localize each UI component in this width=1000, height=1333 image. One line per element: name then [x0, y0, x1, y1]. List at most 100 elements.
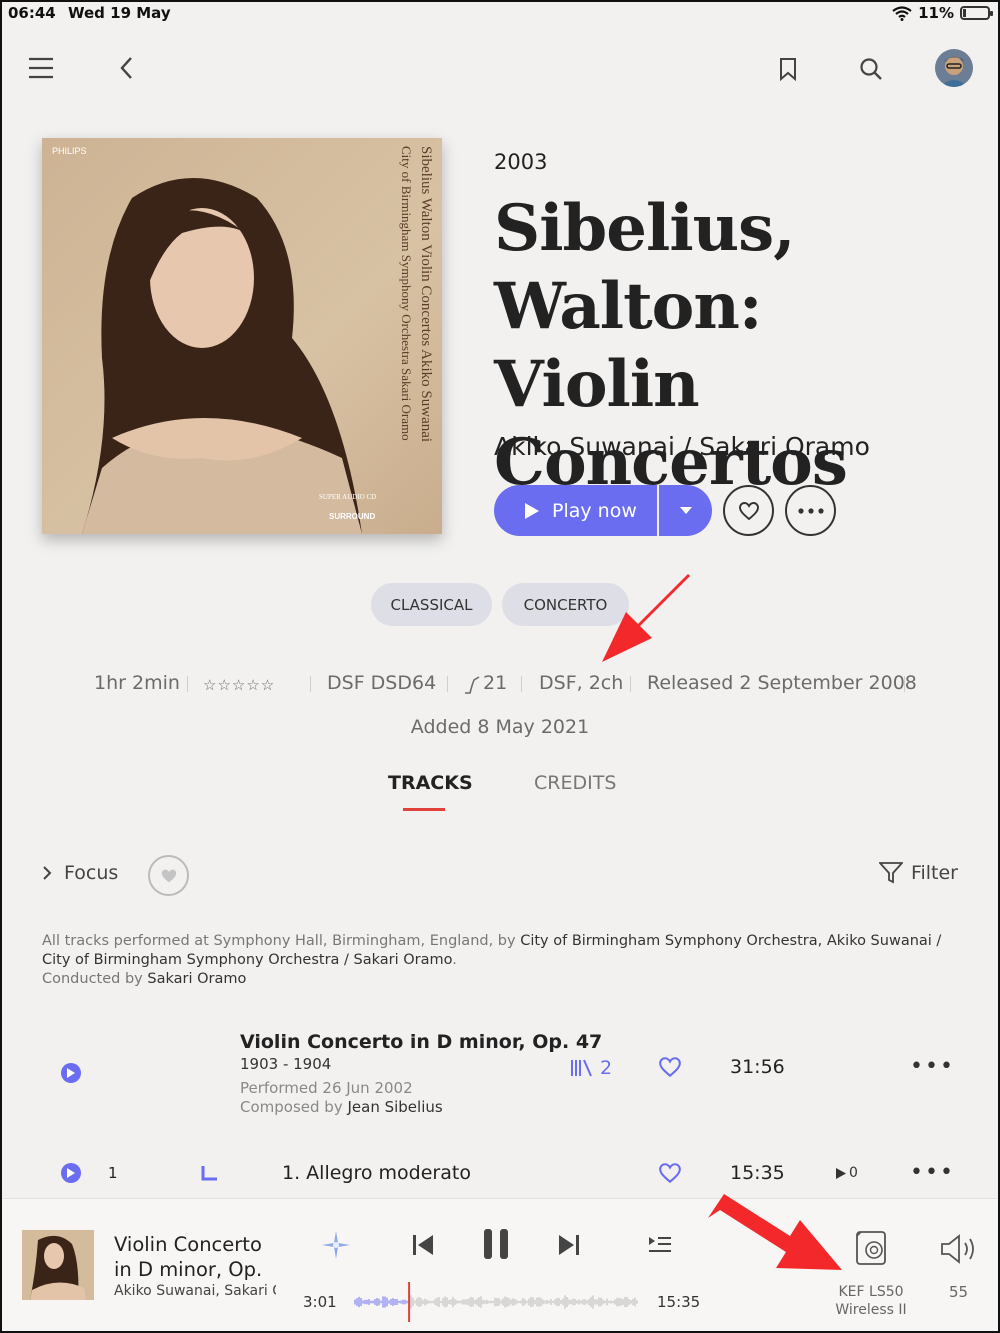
track-part-icon — [201, 1166, 217, 1181]
profile-avatar[interactable] — [935, 49, 973, 87]
play-options-dropdown[interactable] — [659, 485, 712, 536]
album-year: 2003 — [494, 150, 548, 174]
skip-forward-icon — [559, 1235, 579, 1255]
radio-button[interactable] — [320, 1230, 352, 1260]
work-composer: Composed by Jean Sibelius — [240, 1098, 443, 1116]
status-date: Wed 19 May — [68, 4, 171, 22]
heart-icon — [659, 1163, 681, 1184]
output-device-name[interactable]: KEF LS50 Wireless II — [816, 1283, 926, 1319]
cover-sacd-text: SUPER AUDIO CD — [319, 493, 376, 501]
track-more-button[interactable]: ••• — [910, 1162, 955, 1184]
back-button[interactable] — [112, 53, 140, 83]
filter-button[interactable]: Filter — [878, 862, 958, 884]
album-cover: PHILIPS Sibelius Walton Violin Concertos… — [42, 138, 442, 534]
annotation-arrow — [708, 1194, 842, 1270]
work-title[interactable]: Violin Concerto in D minor, Op. 47 — [240, 1031, 602, 1053]
album-artist[interactable]: Akiko Suwanai / Sakari Oramo — [494, 432, 870, 461]
work-favorite-button[interactable] — [656, 1054, 684, 1080]
volume-level: 55 — [949, 1283, 969, 1301]
favorite-button[interactable] — [723, 485, 774, 536]
cover-orchestra-text: City of Birmingham Symphony Orchestra Sa… — [399, 146, 414, 441]
date-added: Added 8 May 2021 — [410, 716, 590, 738]
heart-filled-icon — [161, 869, 176, 882]
bookmark-button[interactable] — [774, 54, 802, 84]
tab-credits[interactable]: CREDITS — [534, 772, 616, 794]
annotation-arrow — [602, 574, 712, 662]
filter-icon — [878, 862, 903, 884]
focus-toggle[interactable]: Focus — [42, 862, 118, 884]
chevron-left-icon — [120, 57, 132, 79]
work-play-button[interactable] — [61, 1063, 81, 1083]
status-bar: 06:44 Wed 19 May 11% — [0, 0, 1000, 26]
more-icon — [797, 507, 824, 514]
avatar-image — [935, 49, 973, 87]
track-duration: 15:35 — [730, 1162, 785, 1184]
cover-label: PHILIPS — [52, 146, 87, 156]
volume-button[interactable] — [940, 1232, 980, 1266]
track-number: 1 — [108, 1164, 118, 1182]
genre-chip-classical[interactable]: CLASSICAL — [371, 583, 492, 626]
track-count: 21 — [483, 672, 508, 694]
track-title[interactable]: 1. Allegro moderato — [282, 1162, 471, 1184]
menu-button[interactable] — [26, 53, 56, 83]
queue-button[interactable] — [646, 1232, 674, 1258]
album-format: DSF DSD64 — [327, 672, 437, 694]
battery-icon — [960, 6, 993, 20]
rating-stars[interactable]: ☆☆☆☆☆ — [203, 676, 275, 694]
versions-count: 2 — [600, 1057, 613, 1079]
conductor-link[interactable]: Sakari Oramo — [147, 971, 246, 987]
album-duration: 1hr 2min — [94, 672, 180, 694]
pause-button[interactable] — [480, 1226, 512, 1262]
release-date: Released 2 September 2008 — [647, 672, 917, 694]
active-tab-indicator — [403, 808, 445, 811]
previous-track-button[interactable] — [410, 1232, 436, 1258]
output-device-button[interactable] — [854, 1228, 888, 1268]
queue-icon — [649, 1237, 671, 1252]
play-count-icon — [836, 1167, 846, 1179]
now-playing-title[interactable]: Violin Concerto in D minor, Op. — [114, 1232, 274, 1282]
caret-down-icon — [679, 506, 692, 514]
search-icon — [860, 58, 882, 80]
hamburger-icon — [29, 57, 53, 79]
play-now-group: Play now — [494, 485, 712, 536]
track-favorite-button[interactable] — [656, 1160, 684, 1186]
wifi-icon — [892, 5, 912, 21]
play-icon — [67, 1068, 75, 1078]
more-options-button[interactable] — [785, 485, 836, 536]
track-play-count: 0 — [836, 1165, 858, 1181]
speaker-device-icon — [856, 1231, 886, 1265]
focus-label: Focus — [64, 862, 119, 884]
pause-icon — [484, 1229, 508, 1259]
versions-icon — [571, 1059, 592, 1077]
audio-channels: DSF, 2ch — [539, 672, 624, 694]
versions-button[interactable]: 2 — [570, 1057, 612, 1079]
composer-link[interactable]: Jean Sibelius — [347, 1098, 442, 1116]
search-button[interactable] — [856, 54, 886, 84]
next-track-button[interactable] — [556, 1232, 582, 1258]
cover-surround-text: SURROUND — [329, 512, 375, 521]
status-time: 06:44 — [8, 4, 56, 22]
work-duration: 31:56 — [730, 1056, 785, 1078]
work-more-button[interactable]: ••• — [910, 1056, 955, 1078]
play-icon — [525, 502, 539, 519]
volume-icon — [941, 1234, 974, 1264]
elapsed-time: 3:01 — [303, 1293, 337, 1311]
waveform-scrubber[interactable] — [354, 1282, 638, 1322]
play-now-label: Play now — [552, 499, 637, 522]
play-icon — [67, 1168, 75, 1178]
skip-back-icon — [413, 1235, 433, 1255]
focus-favorite-button[interactable] — [148, 855, 189, 896]
track-play-button[interactable] — [61, 1163, 81, 1183]
bookmark-icon — [780, 58, 796, 81]
now-playing-artist[interactable]: Akiko Suwanai, Sakari Oramo — [114, 1283, 276, 1299]
filter-label: Filter — [910, 862, 958, 884]
tab-tracks[interactable]: TRACKS — [388, 772, 473, 794]
battery-percent: 11% — [918, 4, 954, 22]
performance-note: All tracks performed at Symphony Hall, B… — [42, 933, 942, 987]
play-now-button[interactable]: Play now — [494, 485, 657, 536]
now-playing-artwork[interactable] — [22, 1230, 94, 1300]
heart-icon — [659, 1057, 681, 1078]
heart-icon — [738, 501, 759, 520]
total-time: 15:35 — [657, 1293, 701, 1311]
chevron-right-icon — [43, 866, 52, 880]
